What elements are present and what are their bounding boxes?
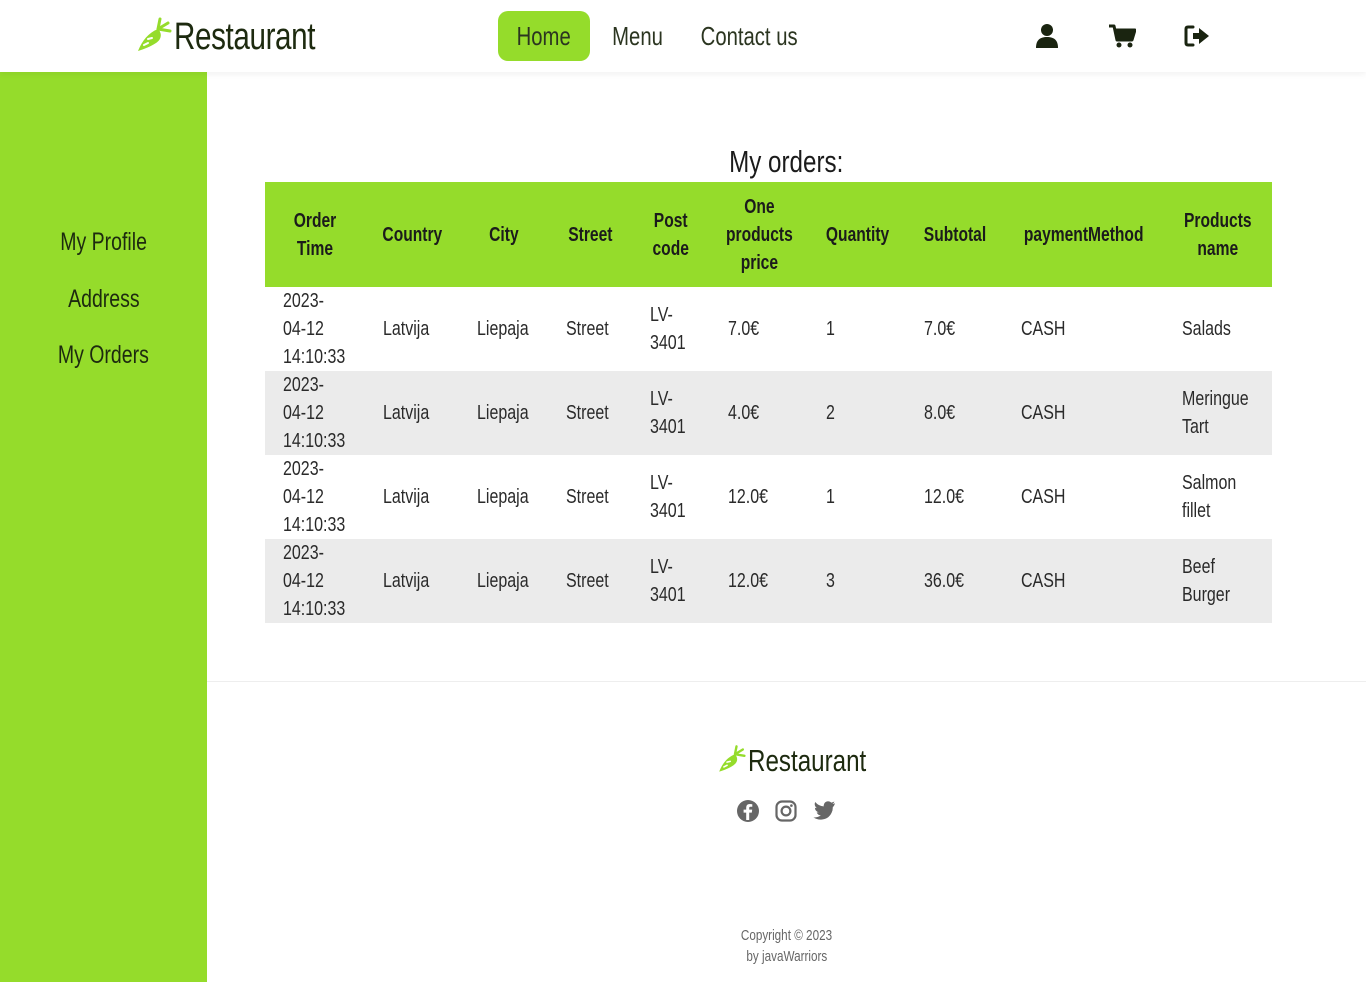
- cell-street: Street: [548, 539, 633, 623]
- cell-post-code: LV-3401: [650, 472, 686, 522]
- col-quantity: Quantity: [808, 182, 907, 287]
- sidebar-item-address[interactable]: Address: [0, 285, 207, 314]
- cell-unit-price: 12.0€: [709, 539, 809, 623]
- social-links: [736, 798, 836, 824]
- cell-payment-method: CASH: [1021, 486, 1066, 508]
- table-row: 2023-04-12 14:10:33 Latvija Liepaja Stre…: [265, 539, 1272, 623]
- footer-divider: [207, 681, 1366, 682]
- sidebar: My Profile Address My Orders: [0, 72, 207, 982]
- cell-city: Liepaja: [476, 318, 529, 340]
- cell-payment-method: CASH: [1003, 539, 1165, 623]
- col-country: Country: [364, 182, 459, 287]
- cell-country: Latvija: [364, 539, 459, 623]
- col-street: Street: [548, 182, 633, 287]
- cell-subtotal: 36.0€: [906, 539, 1004, 623]
- cell-quantity: 2: [808, 371, 907, 455]
- user-icon[interactable]: [1031, 20, 1063, 52]
- orders-table: Order Time Country City Street Post code…: [265, 182, 1272, 623]
- cell-quantity: 1: [826, 486, 836, 508]
- footer-logo[interactable]: Restaurant: [716, 742, 900, 780]
- page-title: My orders:: [729, 144, 844, 179]
- cell-subtotal: 7.0€: [924, 318, 956, 340]
- brand-name: Restaurant: [174, 15, 316, 58]
- cell-street: Street: [566, 318, 609, 340]
- cart-icon[interactable]: [1106, 20, 1138, 52]
- col-products-name: Products name: [1164, 182, 1272, 287]
- facebook-icon[interactable]: [736, 798, 760, 824]
- sidebar-item-my-profile[interactable]: My Profile: [0, 228, 207, 257]
- nav-home[interactable]: Home: [498, 11, 590, 61]
- table-row: 2023-04-12 14:10:33 Latvija Liepaja Stre…: [265, 371, 1272, 455]
- cell-order-time: 2023-04-12 14:10:33: [283, 290, 346, 368]
- nav-contact-us[interactable]: Contact us: [686, 11, 812, 61]
- cell-subtotal: 8.0€: [906, 371, 1004, 455]
- cell-street: Street: [566, 486, 609, 508]
- cell-subtotal: 12.0€: [924, 486, 965, 508]
- cell-order-time: 2023-04-12 14:10:33: [265, 371, 365, 455]
- sidebar-item-my-orders[interactable]: My Orders: [0, 341, 207, 370]
- table-row: 2023-04-12 14:10:33 Latvija Liepaja Stre…: [265, 287, 1272, 371]
- instagram-icon[interactable]: [774, 798, 798, 824]
- cell-post-code: LV-3401: [650, 304, 686, 354]
- nav-menu[interactable]: Menu: [590, 11, 686, 61]
- col-post-code: Post code: [632, 182, 710, 287]
- main-nav: Home Menu Contact us: [498, 11, 812, 61]
- cell-country: Latvija: [364, 371, 459, 455]
- twitter-icon[interactable]: [812, 798, 836, 824]
- col-unit-price: One products price: [709, 182, 809, 287]
- header: Restaurant Home Menu Contact us: [0, 0, 1366, 72]
- col-city: City: [458, 182, 549, 287]
- cell-post-code: LV-3401: [632, 539, 710, 623]
- table-header-row: Order Time Country City Street Post code…: [265, 182, 1272, 287]
- cell-products-name: Beef Burger: [1164, 539, 1272, 623]
- cell-street: Street: [548, 371, 633, 455]
- cell-country: Latvija: [382, 486, 430, 508]
- col-payment-method: paymentMethod: [1003, 182, 1165, 287]
- cell-city: Liepaja: [476, 486, 529, 508]
- cell-quantity: 1: [826, 318, 836, 340]
- cell-country: Latvija: [382, 318, 430, 340]
- table-row: 2023-04-12 14:10:33 Latvija Liepaja Stre…: [265, 455, 1272, 539]
- cell-post-code: LV-3401: [632, 371, 710, 455]
- cell-order-time: 2023-04-12 14:10:33: [283, 458, 346, 536]
- carrot-icon: [134, 15, 172, 60]
- carrot-icon: [716, 743, 746, 780]
- footer-brand-name: Restaurant: [748, 743, 867, 778]
- cell-products-name: Meringue Tart: [1164, 371, 1272, 455]
- brand-logo[interactable]: Restaurant: [134, 14, 355, 60]
- cell-city: Liepaja: [458, 371, 549, 455]
- copyright-text: Copyright © 2023: [740, 927, 833, 944]
- cell-products-name: Salads: [1182, 318, 1232, 340]
- author-credit: by javaWarriors: [746, 948, 827, 965]
- cell-quantity: 3: [808, 539, 907, 623]
- cell-payment-method: CASH: [1021, 318, 1066, 340]
- cell-unit-price: 12.0€: [727, 486, 768, 508]
- col-subtotal: Subtotal: [906, 182, 1004, 287]
- cell-unit-price: 7.0€: [727, 318, 759, 340]
- cell-unit-price: 4.0€: [709, 371, 809, 455]
- cell-payment-method: CASH: [1003, 371, 1165, 455]
- cell-city: Liepaja: [458, 539, 549, 623]
- cell-products-name: Salmon fillet: [1182, 472, 1237, 522]
- logout-icon[interactable]: [1181, 20, 1213, 52]
- cell-order-time: 2023-04-12 14:10:33: [265, 539, 365, 623]
- col-order-time: Order Time: [265, 182, 365, 287]
